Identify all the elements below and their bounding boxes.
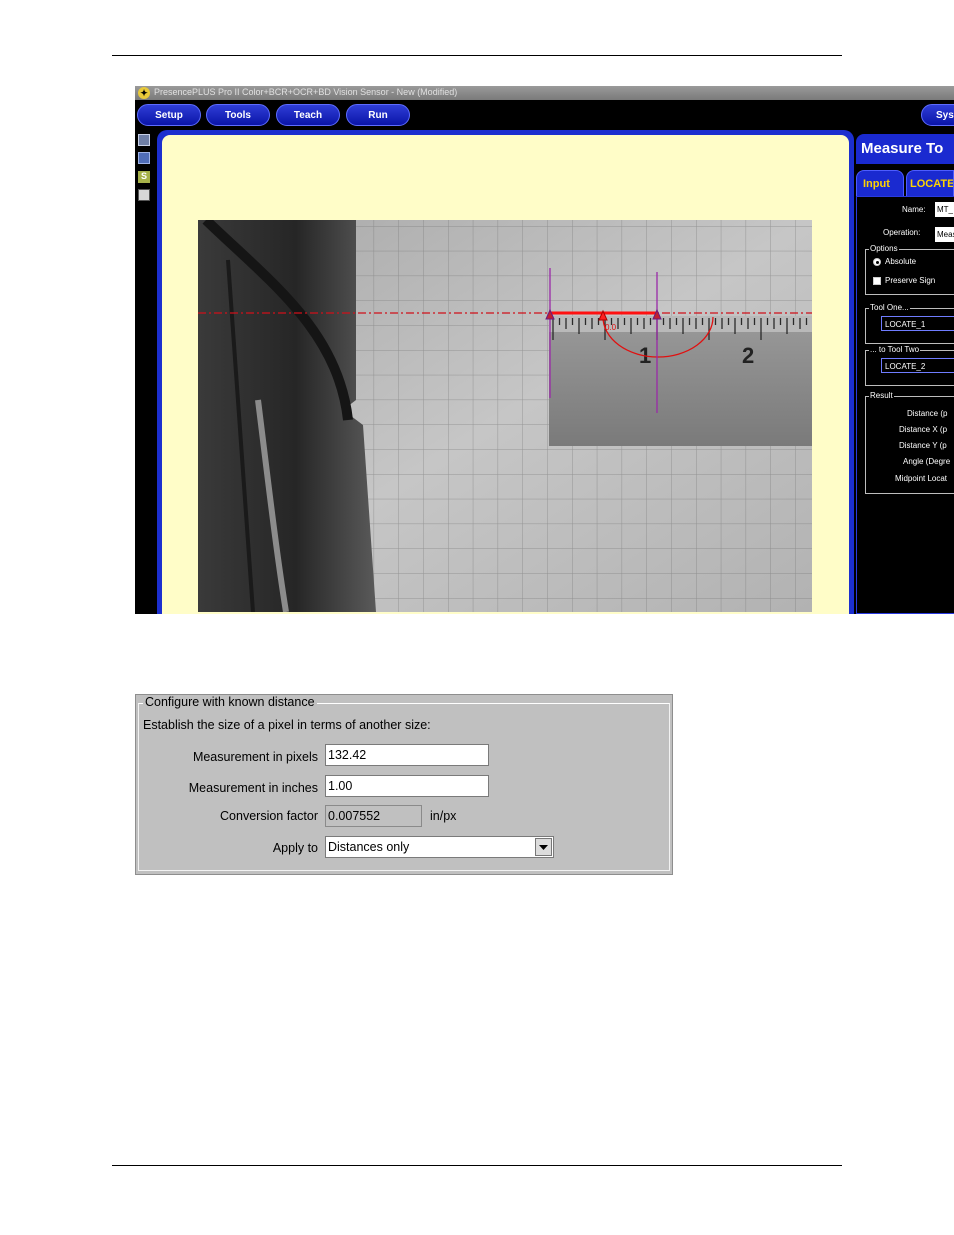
menu-setup-button[interactable]: Setup	[137, 104, 201, 126]
camera-image-svg: 1 2 0.0	[198, 220, 812, 612]
main-menu-bar: Setup Tools Teach Run Sys	[135, 100, 954, 130]
configure-known-distance-dialog: Configure with known distance Establish …	[135, 694, 673, 875]
fit-view-icon[interactable]	[138, 189, 150, 201]
menu-teach-button[interactable]: Teach	[276, 104, 340, 126]
image-settings-icon[interactable]	[138, 152, 150, 164]
result-angle: Angle (Degre	[903, 457, 951, 466]
zoom-icon[interactable]	[138, 134, 150, 146]
pixels-label: Measurement in pixels	[192, 750, 318, 764]
name-field[interactable]: MT_	[935, 202, 954, 217]
apply-label: Apply to	[272, 841, 318, 855]
result-midpoint: Midpoint Locat	[895, 474, 948, 483]
name-label: Name:	[902, 205, 926, 214]
absolute-label: Absolute	[885, 257, 917, 266]
conversion-unit: in/px	[430, 809, 457, 823]
vision-sensor-app-screenshot: ✦ PresencePLUS Pro II Color+BCR+OCR+BD V…	[135, 86, 954, 614]
tool-one-select[interactable]: LOCATE_1	[881, 316, 954, 331]
tab-locate[interactable]: LOCATE	[906, 170, 954, 196]
result-label: Result	[869, 391, 894, 400]
s-mode-icon[interactable]: S	[138, 171, 150, 183]
tool-two-select[interactable]: LOCATE_2	[881, 358, 954, 373]
apply-to-select[interactable]: Distances only	[325, 836, 554, 858]
menu-tools-button[interactable]: Tools	[206, 104, 270, 126]
header-rule	[112, 55, 842, 56]
panel-tabs: Input LOCATE	[856, 170, 954, 196]
measure-tool-panel: Measure To Input LOCATE Name: MT_ Operat…	[854, 130, 954, 614]
side-toolbar: S	[135, 130, 157, 614]
operation-select[interactable]: Meas	[935, 227, 954, 242]
conversion-label: Conversion factor	[220, 809, 318, 823]
panel-title: Measure To	[856, 134, 954, 164]
absolute-radio-dot	[876, 261, 879, 264]
app-logo-icon: ✦	[138, 87, 150, 99]
tab-input[interactable]: Input	[856, 170, 904, 196]
ruler-mark-2: 2	[742, 343, 754, 368]
result-distance-x: Distance X (p	[899, 425, 948, 434]
preserve-sign-label: Preserve Sign	[885, 276, 936, 285]
group-title: Configure with known distance	[143, 695, 317, 709]
instruction-text: Establish the size of a pixel in terms o…	[143, 718, 431, 732]
result-distance: Distance (p	[907, 409, 948, 418]
apply-to-value: Distances only	[328, 840, 410, 854]
tool-one-label: Tool One...	[869, 303, 910, 312]
footer-rule	[112, 1165, 842, 1166]
preserve-sign-checkbox[interactable]	[873, 277, 881, 285]
menu-system-button[interactable]: Sys	[921, 104, 954, 126]
chevron-down-icon	[539, 845, 548, 850]
operation-label: Operation:	[883, 228, 921, 237]
result-distance-y: Distance Y (p	[899, 441, 947, 450]
dropdown-arrow-button[interactable]	[535, 838, 552, 856]
absolute-radio[interactable]	[873, 258, 881, 266]
panel-body: Name: MT_ Operation: Meas Options Absolu…	[856, 196, 954, 614]
window-titlebar: ✦ PresencePLUS Pro II Color+BCR+OCR+BD V…	[135, 86, 954, 100]
angle-readout: 0.0	[605, 323, 617, 332]
conversion-field: 0.007552	[325, 805, 422, 827]
tool-two-label: ... to Tool Two	[869, 345, 921, 354]
menu-run-button[interactable]: Run	[346, 104, 410, 126]
window-title: PresencePLUS Pro II Color+BCR+OCR+BD Vis…	[154, 87, 458, 97]
inches-input[interactable]: 1.00	[325, 775, 489, 797]
camera-image[interactable]: 1 2 0.0	[198, 220, 812, 612]
inches-label: Measurement in inches	[188, 781, 318, 795]
options-group	[865, 249, 954, 295]
options-label: Options	[869, 244, 899, 253]
pixels-input[interactable]: 132.42	[325, 744, 489, 766]
